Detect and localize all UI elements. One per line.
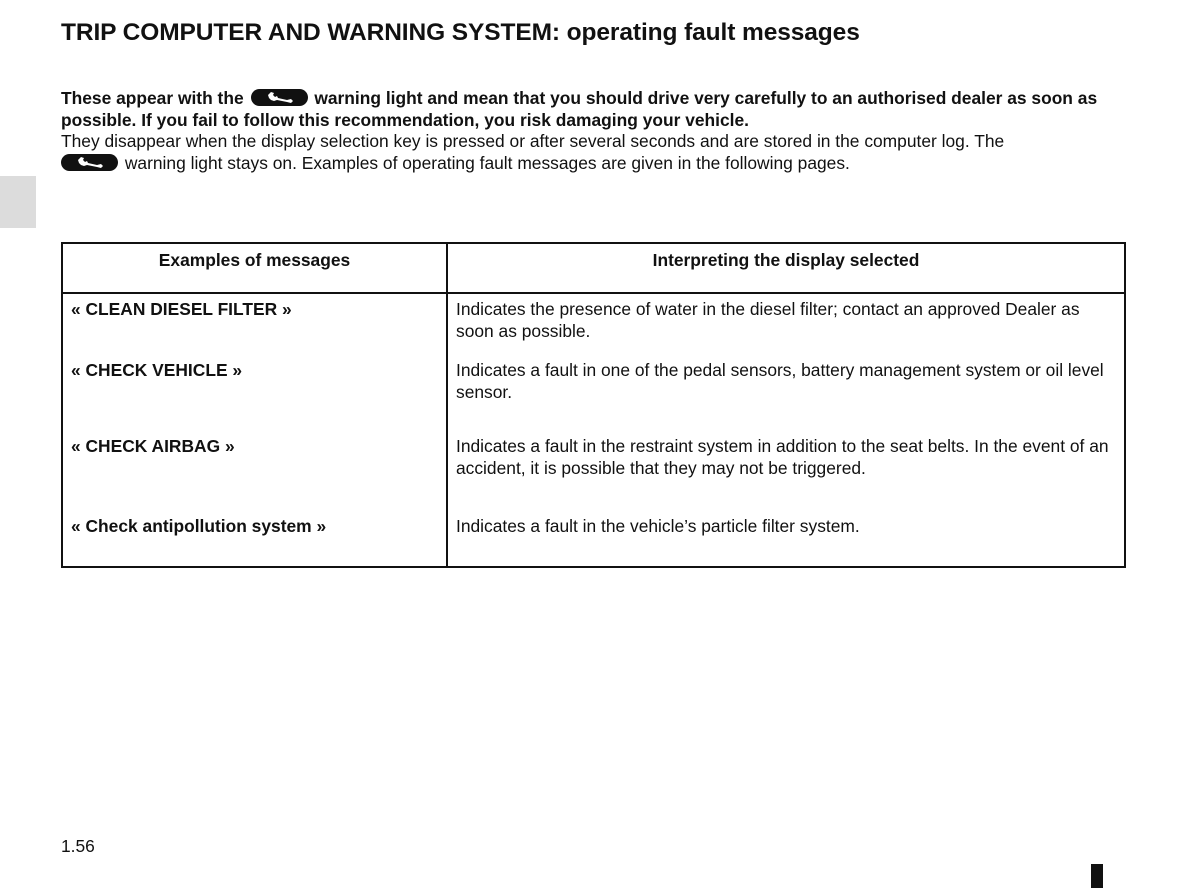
page-number: 1.56 — [61, 836, 95, 856]
message-cell: « CLEAN DIESEL FILTER » — [61, 293, 448, 360]
table-row: « CHECK AIRBAG » Indicates a fault in th… — [61, 436, 1126, 516]
intro-bold-part1: These appear with the — [61, 88, 244, 108]
intro-normal-line1: They disappear when the display selectio… — [61, 131, 1005, 151]
intro-normal-line2: warning light stays on. Examples of oper… — [124, 152, 850, 173]
page-title: TRIP COMPUTER AND WARNING SYSTEM: operat… — [61, 19, 860, 46]
intro-warning-text: These appear with the warning light and … — [61, 88, 1097, 130]
message-cell: « CHECK VEHICLE » — [61, 360, 448, 436]
table-row: « CLEAN DIESEL FILTER » Indicates the pr… — [61, 293, 1126, 360]
table-row: « Check antipollution system » Indicates… — [61, 516, 1126, 568]
message-cell: « Check antipollution system » — [61, 516, 448, 568]
wrench-warning-light-icon — [250, 89, 308, 106]
chapter-tab — [0, 176, 36, 228]
interpretation-cell: Indicates a fault in the restraint syste… — [446, 436, 1126, 516]
message-cell: « CHECK AIRBAG » — [61, 436, 448, 516]
table-row: « CHECK VEHICLE » Indicates a fault in o… — [61, 360, 1126, 436]
table-header-row: Examples of messages Interpreting the di… — [61, 242, 1126, 294]
intro-paragraph: These appear with the warning light and … — [61, 88, 1131, 174]
fault-messages-table: Examples of messages Interpreting the di… — [61, 242, 1126, 568]
wrench-warning-light-icon — [61, 153, 118, 171]
header-examples-of-messages: Examples of messages — [61, 242, 448, 294]
interpretation-cell: Indicates the presence of water in the d… — [446, 293, 1126, 360]
page-edge-marker — [1091, 864, 1103, 888]
interpretation-cell: Indicates a fault in one of the pedal se… — [446, 360, 1126, 436]
header-interpreting-display: Interpreting the display selected — [446, 242, 1126, 294]
interpretation-cell: Indicates a fault in the vehicle’s parti… — [446, 516, 1126, 568]
